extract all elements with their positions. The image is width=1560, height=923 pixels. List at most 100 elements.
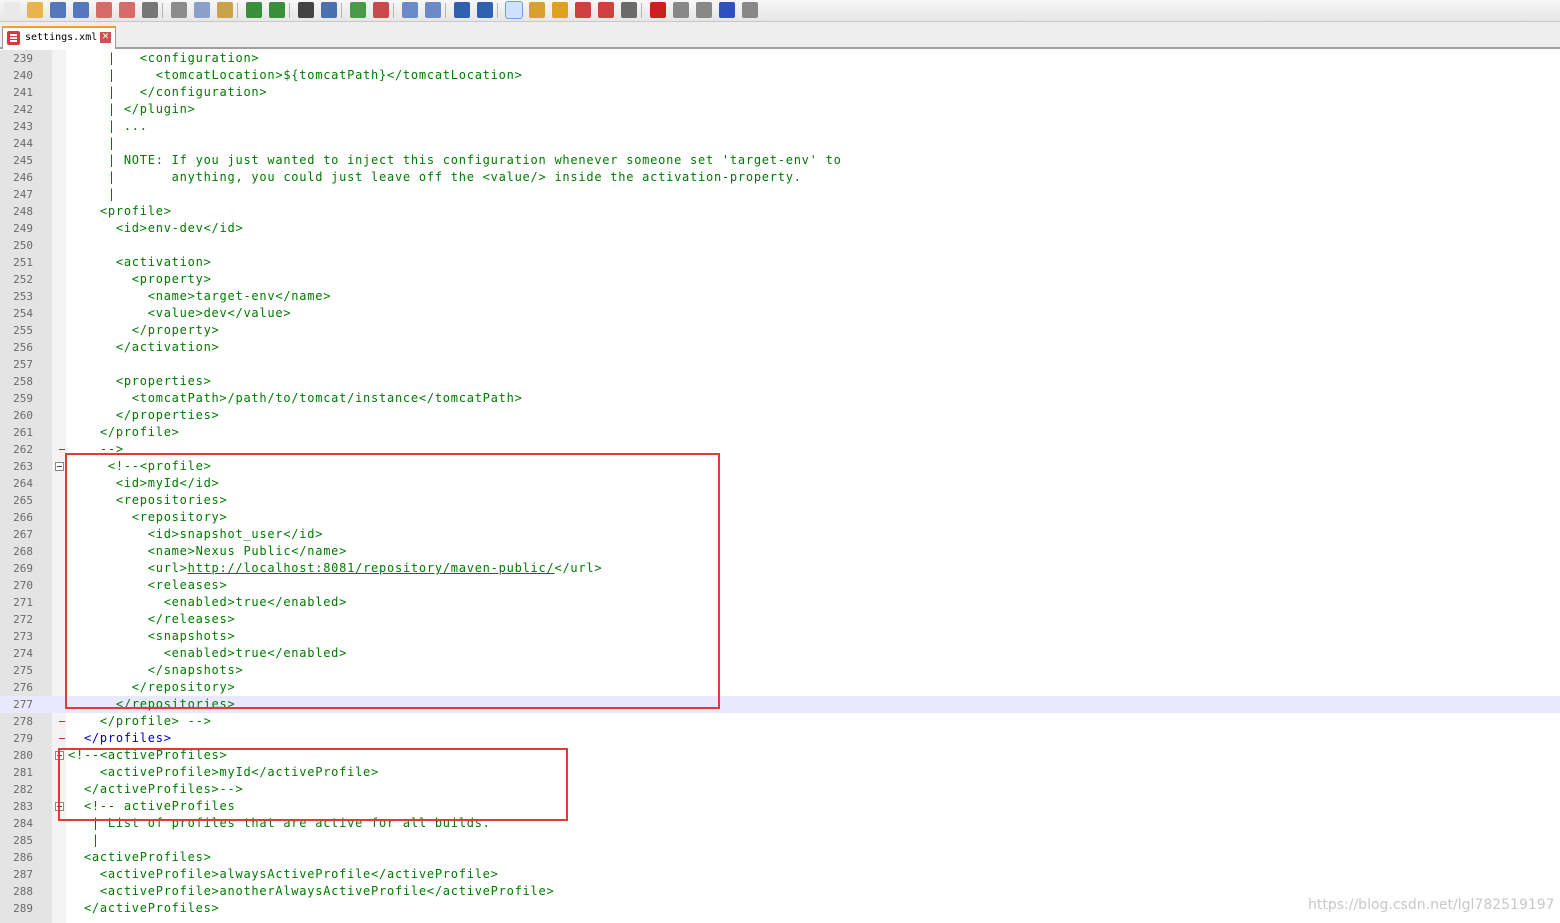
show-all-chars-icon[interactable] xyxy=(477,2,493,18)
code-line[interactable]: 246 | anything, you could just leave off… xyxy=(0,169,1560,186)
line-number: 265 xyxy=(13,494,33,507)
find-icon[interactable] xyxy=(298,2,314,18)
line-number: 263 xyxy=(13,460,33,473)
close-file-icon[interactable] xyxy=(96,2,112,18)
toolbar-separator xyxy=(162,3,163,18)
save-icon[interactable] xyxy=(50,2,66,18)
toolbar-separator xyxy=(497,3,498,18)
code-line[interactable]: 241 | </configuration> xyxy=(0,84,1560,101)
redo-icon[interactable] xyxy=(269,2,285,18)
zoom-out-icon[interactable] xyxy=(373,2,389,18)
sync-vertical-icon[interactable] xyxy=(402,2,418,18)
line-number: 286 xyxy=(13,851,33,864)
paste-icon[interactable] xyxy=(217,2,233,18)
tab-label: settings.xml xyxy=(25,32,98,43)
code-line[interactable]: 256 </activation> xyxy=(0,339,1560,356)
replace-icon[interactable] xyxy=(321,2,337,18)
document-map-icon[interactable] xyxy=(552,2,568,18)
fold-toggle-icon[interactable] xyxy=(55,462,64,471)
line-number: 270 xyxy=(13,579,33,592)
function-list-icon[interactable] xyxy=(575,2,591,18)
indent-guide-icon[interactable] xyxy=(505,1,523,19)
code-line[interactable]: 259 <tomcatPath>/path/to/tomcat/instance… xyxy=(0,390,1560,407)
code-line[interactable]: 257 xyxy=(0,356,1560,373)
code-line[interactable]: 245 | NOTE: If you just wanted to inject… xyxy=(0,152,1560,169)
code-line[interactable]: 255 </property> xyxy=(0,322,1560,339)
stop-record-icon[interactable] xyxy=(673,2,689,18)
word-wrap-icon[interactable] xyxy=(454,2,470,18)
line-number: 269 xyxy=(13,562,33,575)
code-text: </activeProfiles> xyxy=(68,900,220,917)
line-number: 262 xyxy=(13,443,33,456)
save-all-icon[interactable] xyxy=(73,2,89,18)
highlight-box-profile xyxy=(65,453,720,709)
code-line[interactable]: 252 <property> xyxy=(0,271,1560,288)
code-text-segment: <profile> xyxy=(68,204,172,218)
record-macro-icon[interactable] xyxy=(650,2,666,18)
fold-end-marker xyxy=(59,721,65,722)
code-line[interactable]: 244 | xyxy=(0,135,1560,152)
folder-workspace-icon[interactable] xyxy=(598,2,614,18)
line-number: 279 xyxy=(13,732,33,745)
code-text: | <tomcatLocation>${tomcatPath}</tomcatL… xyxy=(68,67,523,84)
line-number: 275 xyxy=(13,664,33,677)
save-macro-icon[interactable] xyxy=(742,2,758,18)
code-line[interactable]: 242 | </plugin> xyxy=(0,101,1560,118)
code-line[interactable]: 251 <activation> xyxy=(0,254,1560,271)
code-line[interactable]: 253 <name>target-env</name> xyxy=(0,288,1560,305)
toolbar-separator xyxy=(641,3,642,18)
code-line[interactable]: 286 <activeProfiles> xyxy=(0,849,1560,866)
code-text: | NOTE: If you just wanted to inject thi… xyxy=(68,152,842,169)
cut-icon[interactable] xyxy=(171,2,187,18)
line-number: 252 xyxy=(13,273,33,286)
code-text-segment: <value>dev</value> xyxy=(68,306,292,320)
close-tab-icon[interactable]: ✕ xyxy=(100,32,111,43)
line-number: 240 xyxy=(13,69,33,82)
print-icon[interactable] xyxy=(142,2,158,18)
copy-icon[interactable] xyxy=(194,2,210,18)
monitoring-icon[interactable] xyxy=(621,2,637,18)
code-line[interactable]: 278 </profile> --> xyxy=(0,713,1560,730)
code-line[interactable]: 279 </profiles> xyxy=(0,730,1560,747)
code-text: <activeProfile>alwaysActiveProfile</acti… xyxy=(68,866,499,883)
code-line[interactable]: 260 </properties> xyxy=(0,407,1560,424)
play-macro-icon[interactable] xyxy=(696,2,712,18)
code-editor[interactable]: 239 | <configuration> 240 | <tomcatLocati… xyxy=(0,50,1560,923)
code-line[interactable]: 261 </profile> xyxy=(0,424,1560,441)
user-language-icon[interactable] xyxy=(529,2,545,18)
file-modified-icon xyxy=(7,31,20,45)
line-number: 267 xyxy=(13,528,33,541)
line-number: 259 xyxy=(13,392,33,405)
code-text-segment: | xyxy=(68,136,116,150)
code-line[interactable]: 248 <profile> xyxy=(0,203,1560,220)
line-number: 283 xyxy=(13,800,33,813)
tab-settings-xml[interactable]: settings.xml ✕ xyxy=(2,26,116,49)
line-number: 261 xyxy=(13,426,33,439)
code-line[interactable]: 287 <activeProfile>alwaysActiveProfile</… xyxy=(0,866,1560,883)
code-line[interactable]: 243 | ... xyxy=(0,118,1560,135)
code-line[interactable]: 239 | <configuration> xyxy=(0,50,1560,67)
code-text: | ... xyxy=(68,118,148,135)
code-line[interactable]: 285 | xyxy=(0,832,1560,849)
code-line[interactable]: 247 | xyxy=(0,186,1560,203)
open-file-icon[interactable] xyxy=(27,2,43,18)
play-macro-multiple-icon[interactable] xyxy=(719,2,735,18)
new-file-icon[interactable] xyxy=(4,2,20,18)
code-text: <tomcatPath>/path/to/tomcat/instance</to… xyxy=(68,390,523,407)
code-line[interactable]: 250 xyxy=(0,237,1560,254)
code-text: | xyxy=(68,186,116,203)
undo-icon[interactable] xyxy=(246,2,262,18)
line-number: 250 xyxy=(13,239,33,252)
sync-horizontal-icon[interactable] xyxy=(425,2,441,18)
line-number: 257 xyxy=(13,358,33,371)
code-line[interactable]: 258 <properties> xyxy=(0,373,1560,390)
line-number: 255 xyxy=(13,324,33,337)
code-line[interactable]: 254 <value>dev</value> xyxy=(0,305,1560,322)
code-line[interactable]: 240 | <tomcatLocation>${tomcatPath}</tom… xyxy=(0,67,1560,84)
line-number: 278 xyxy=(13,715,33,728)
code-line[interactable]: 249 <id>env-dev</id> xyxy=(0,220,1560,237)
close-all-icon[interactable] xyxy=(119,2,135,18)
zoom-in-icon[interactable] xyxy=(350,2,366,18)
code-text-segment: <name>target-env</name> xyxy=(68,289,332,303)
code-text-segment: | <configuration> xyxy=(68,51,260,65)
